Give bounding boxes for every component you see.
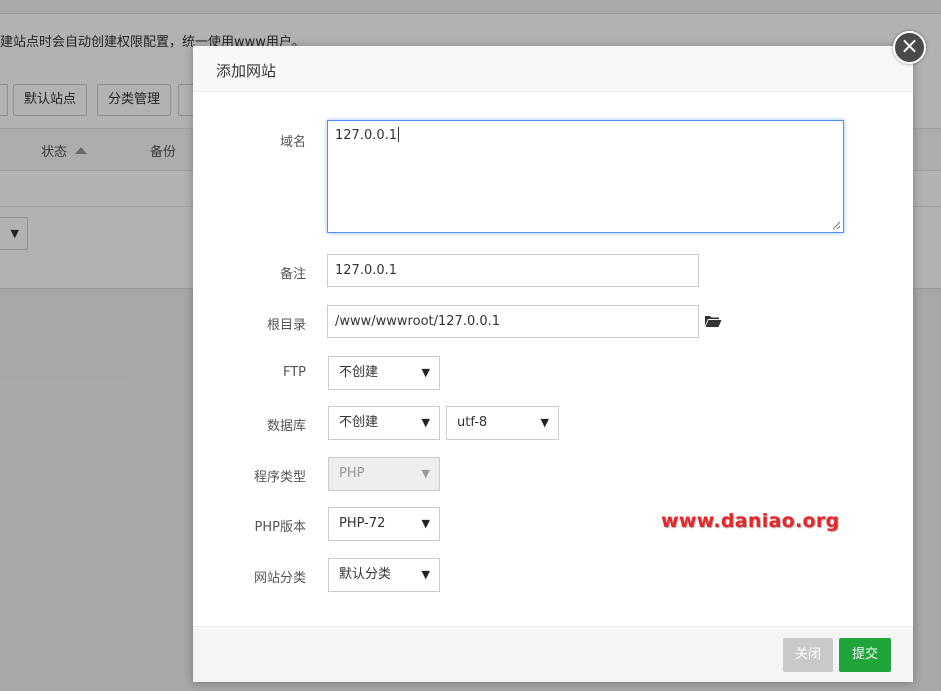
submit-button[interactable]: 提交 xyxy=(839,638,891,672)
dialog-title: 添加网站 xyxy=(216,62,277,80)
database-charset-select[interactable]: utf-8 ▼ xyxy=(446,406,559,440)
root-dir-input[interactable]: /www/wwwroot/127.0.0.1 xyxy=(327,305,699,338)
domain-label: 域名 xyxy=(279,135,306,150)
program-type-select: PHP ▼ xyxy=(328,457,440,491)
chevron-down-icon: ▼ xyxy=(421,366,430,379)
root-dir-label: 根目录 xyxy=(266,318,306,333)
dialog-header: 添加网站 xyxy=(193,46,913,92)
chevron-down-icon: ▼ xyxy=(540,416,549,429)
chevron-down-icon: ▼ xyxy=(421,517,430,530)
remark-label: 备注 xyxy=(279,267,306,282)
ftp-label: FTP xyxy=(282,365,306,380)
site-category-select[interactable]: 默认分类 ▼ xyxy=(328,558,440,592)
php-version-select[interactable]: PHP-72 ▼ xyxy=(328,507,440,541)
watermark-text: www.daniao.org xyxy=(661,510,840,532)
program-type-label: 程序类型 xyxy=(253,470,306,485)
resize-grip-icon[interactable] xyxy=(831,220,841,230)
chevron-down-icon: ▼ xyxy=(421,568,430,581)
php-version-label: PHP版本 xyxy=(254,520,306,535)
database-label: 数据库 xyxy=(266,419,306,434)
folder-open-icon[interactable] xyxy=(704,314,722,328)
dialog-footer: 关闭 提交 xyxy=(193,626,913,682)
chevron-down-icon: ▼ xyxy=(421,416,430,429)
ftp-select[interactable]: 不创建 ▼ xyxy=(328,356,440,390)
text-caret xyxy=(398,127,400,142)
site-category-label: 网站分类 xyxy=(253,571,306,586)
domain-value: 127.0.0.1 xyxy=(335,128,398,143)
close-button[interactable]: 关闭 xyxy=(783,638,833,672)
database-select[interactable]: 不创建 ▼ xyxy=(328,406,440,440)
add-site-dialog: 添加网站 域名 127.0.0.1 备注 127.0.0.1 根目录 /www/… xyxy=(193,46,913,682)
domain-textarea[interactable]: 127.0.0.1 xyxy=(327,120,844,233)
chevron-down-icon: ▼ xyxy=(421,467,430,480)
remark-input[interactable]: 127.0.0.1 xyxy=(327,254,699,287)
close-icon[interactable]: × xyxy=(893,31,926,64)
